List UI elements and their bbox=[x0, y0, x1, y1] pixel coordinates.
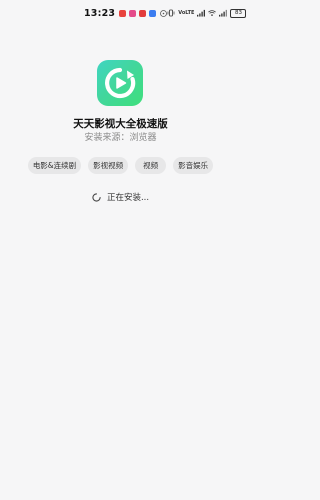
notification-icons bbox=[119, 9, 167, 17]
app-name: 天天影视大全极速版 bbox=[73, 118, 168, 130]
play-refresh-icon bbox=[105, 67, 136, 99]
install-status-text: 正在安装... bbox=[106, 193, 150, 203]
notification-app-icon bbox=[139, 9, 147, 17]
notification-app-icon bbox=[119, 9, 127, 17]
battery-indicator: 83 bbox=[230, 8, 247, 18]
tag-chip: 视频 bbox=[135, 157, 167, 174]
vibrate-icon bbox=[167, 9, 175, 17]
loading-spinner-icon bbox=[92, 192, 101, 202]
notification-app-icon bbox=[129, 9, 137, 17]
signal-icon bbox=[197, 9, 206, 17]
app-tags: 电影&连续剧 影视视频 视频 影音娱乐 bbox=[0, 157, 241, 174]
app-icon bbox=[97, 60, 143, 106]
ellipsis-icon bbox=[159, 9, 167, 17]
volte-label: VoLTE bbox=[178, 9, 195, 16]
tag-chip: 影音娱乐 bbox=[173, 157, 214, 174]
status-time: 13:23 bbox=[84, 7, 116, 19]
signal-icon bbox=[219, 9, 228, 17]
status-bar: 13:23 VoLTE 83 bbox=[0, 0, 247, 26]
status-right-icons: VoLTE 83 bbox=[167, 8, 247, 18]
install-status: 正在安装... bbox=[0, 191, 241, 203]
notification-app-icon bbox=[149, 9, 157, 17]
tag-chip: 影视视频 bbox=[88, 157, 129, 174]
install-source: 安装来源：浏览器 bbox=[84, 133, 157, 143]
wifi-icon bbox=[208, 9, 217, 17]
tag-chip: 电影&连续剧 bbox=[27, 157, 82, 174]
